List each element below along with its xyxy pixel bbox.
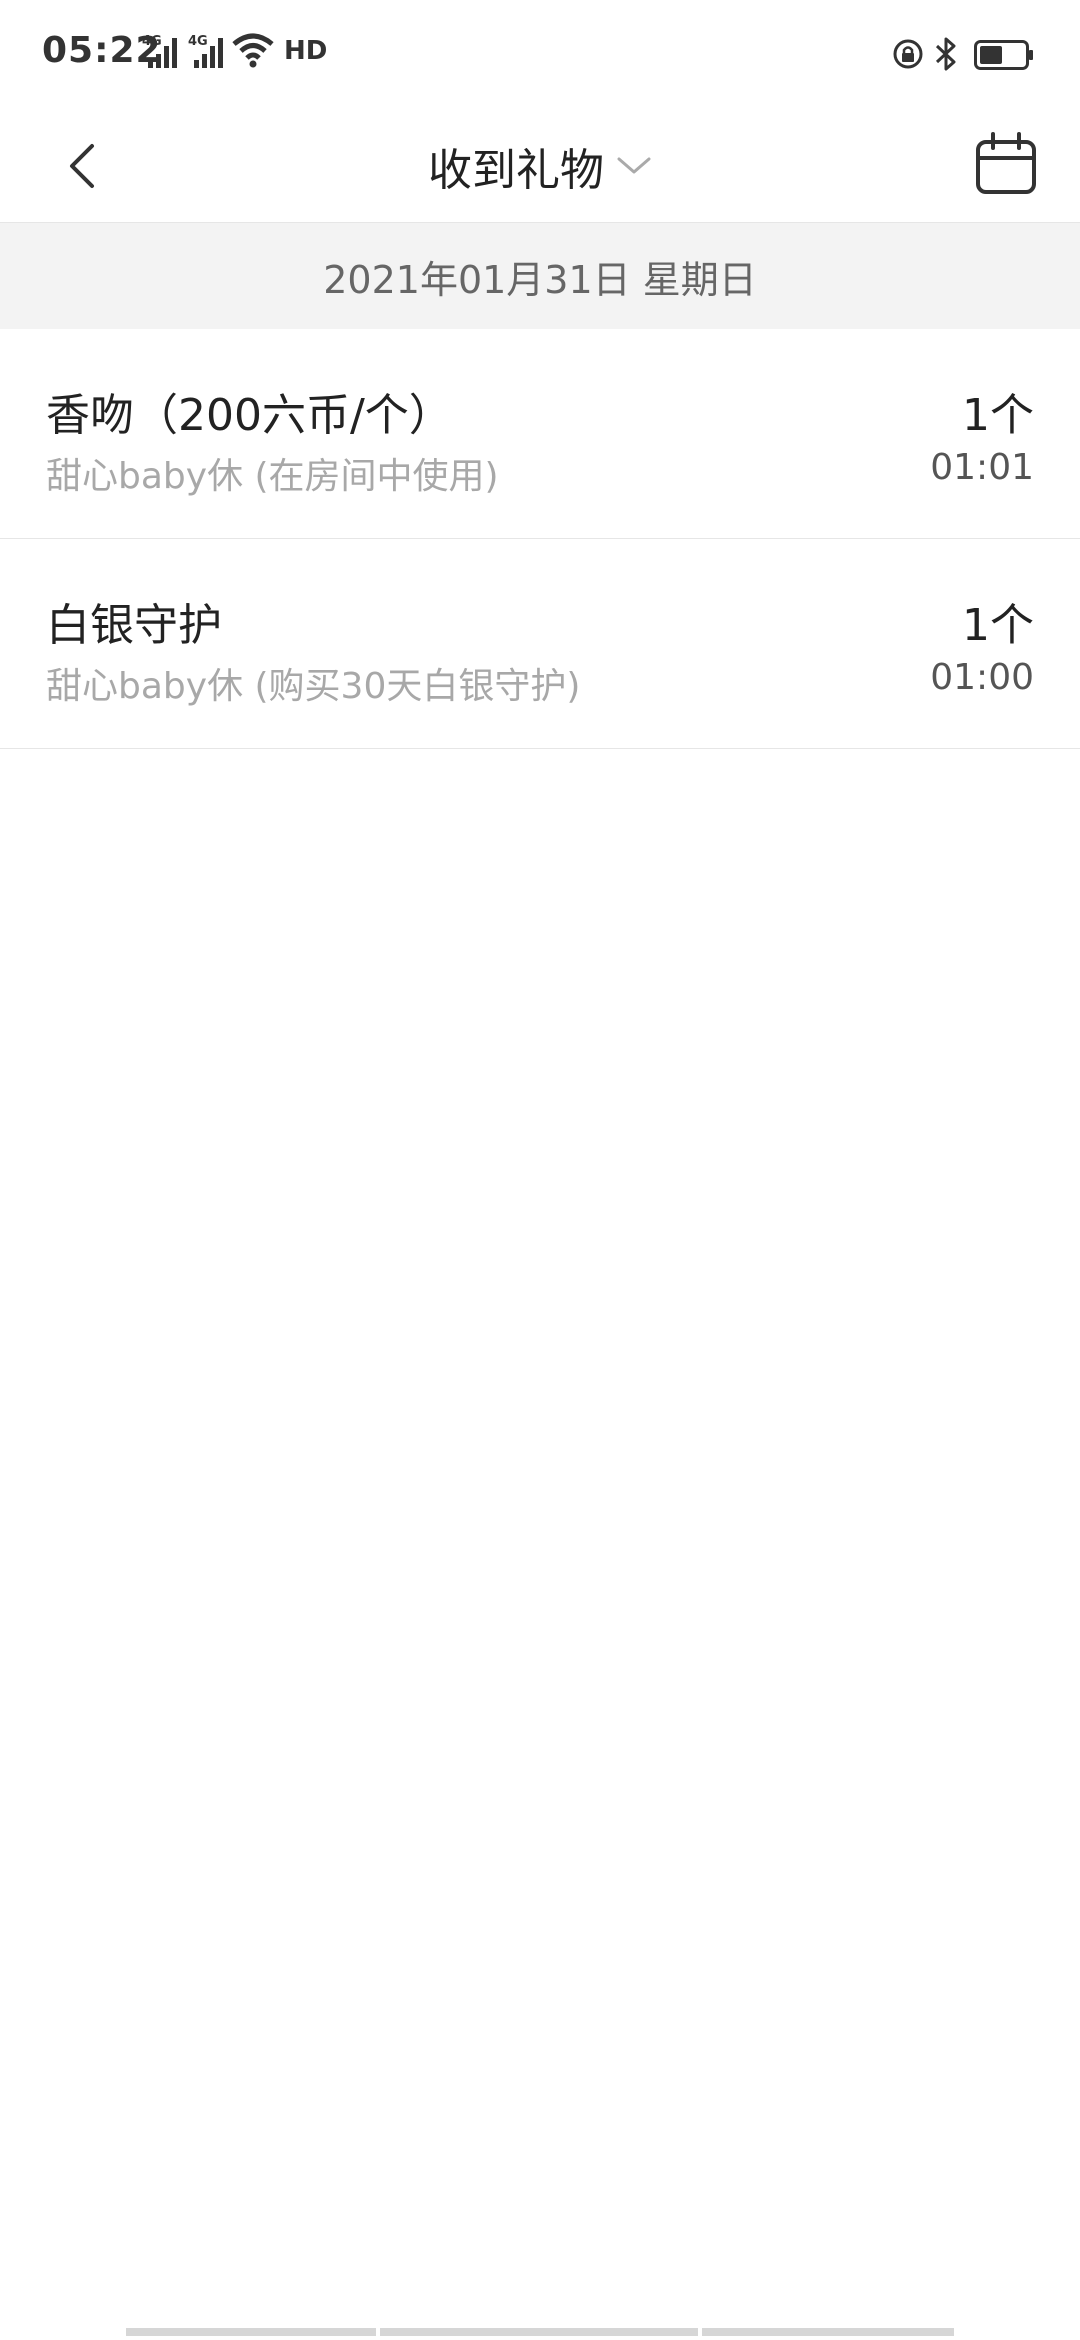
calendar-button[interactable] [966,124,1046,204]
signal-type-label: 4G [142,34,162,49]
gift-count: 1个 [962,390,1034,441]
gift-name: 白银守护 [46,600,222,651]
gift-count: 1个 [962,600,1034,651]
signal-icon: 4G [188,34,226,68]
back-button[interactable] [46,126,126,206]
chevron-down-icon[interactable] [616,156,652,176]
rotation-lock-icon [892,38,924,74]
page-title[interactable]: 收到礼物 [428,134,604,198]
wifi-icon [232,32,274,72]
date-section-header: 2021年01月31日 星期日 [0,223,1080,329]
signal-type-label: 4G [188,34,208,49]
signal-icon: 4G [142,34,180,68]
gift-time: 01:01 [930,447,1034,488]
gift-sender-detail: 甜心baby休 (在房间中使用) [46,456,499,497]
gift-record-list: 香吻（200六币/个） 甜心baby休 (在房间中使用) 1个 01:01 白银… [0,329,1080,749]
gift-record-row[interactable]: 白银守护 甜心baby休 (购买30天白银守护) 1个 01:00 [0,539,1080,749]
gift-sender-detail: 甜心baby休 (购买30天白银守护) [46,666,581,707]
bluetooth-icon [934,36,958,76]
top-nav-bar: 收到礼物 [0,110,1080,223]
hd-icon: HD [284,36,328,66]
gift-record-row[interactable]: 香吻（200六币/个） 甜心baby休 (在房间中使用) 1个 01:01 [0,329,1080,539]
chevron-left-icon [70,144,94,188]
calendar-icon [976,132,1036,194]
battery-icon [974,40,1034,74]
gift-time: 01:00 [930,657,1034,698]
status-bar: 05:22 4G 4G HD [0,0,1080,110]
received-gifts-page: 05:22 4G 4G HD 收到礼物 2021年01月31日 星期日 香吻（2… [0,0,1080,2340]
system-gesture-bar[interactable] [0,2328,1080,2340]
gift-name: 香吻（200六币/个） [46,390,453,441]
